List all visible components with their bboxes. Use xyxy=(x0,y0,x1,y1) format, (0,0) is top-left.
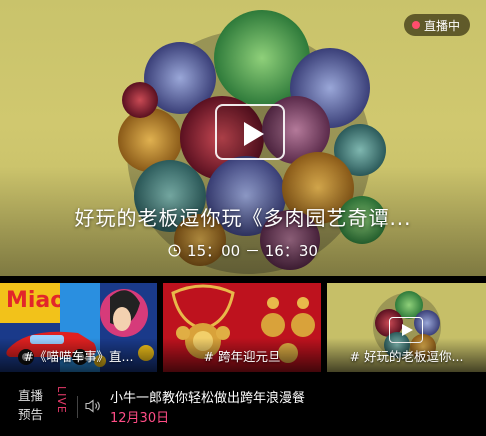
live-channel-widget: 直播中 好玩的老板逗你玩《多肉园艺奇谭... 15：00 － 16：30 Mia… xyxy=(0,0,486,436)
program-title: 好玩的老板逗你玩《多肉园艺奇谭... xyxy=(74,206,412,230)
svg-text:Miao: Miao xyxy=(6,288,65,313)
thumbnail-card-2[interactable]: # 跨年迎元旦 xyxy=(163,283,321,372)
thumbnail-label: # 好玩的老板逗你... xyxy=(349,349,464,364)
program-time: 15：00 － 16：30 xyxy=(0,240,486,261)
hero-player[interactable]: 直播中 好玩的老板逗你玩《多肉园艺奇谭... 15：00 － 16：30 xyxy=(0,0,486,276)
play-button[interactable] xyxy=(215,104,285,160)
thumbnail-label: #《喵喵车事》直... xyxy=(23,349,134,364)
live-tag: LIVE xyxy=(55,386,68,414)
live-preview-bar[interactable]: 直播预告 LIVE 小牛一郎教你轻松做出跨年浪漫餐 12月30日 xyxy=(0,376,486,436)
clock-icon xyxy=(168,244,181,257)
live-preview-label: 直播预告 xyxy=(18,388,44,422)
upcoming-program-title[interactable]: 小牛一郎教你轻松做出跨年浪漫餐 xyxy=(110,387,305,406)
divider xyxy=(77,396,78,418)
thumbnail-label: # 跨年迎元旦 xyxy=(203,349,281,364)
program-time-text: 15：00 － 16：30 xyxy=(187,242,318,260)
thumbnail-card-3[interactable]: # 好玩的老板逗你... xyxy=(327,283,486,372)
program-thumbnail-list: Miao #《喵喵车事》直... # 跨年迎元旦 # 好玩的老板逗你... xyxy=(0,283,486,372)
thumbnail-card-1[interactable]: Miao #《喵喵车事》直... xyxy=(0,283,157,372)
play-icon xyxy=(402,324,413,336)
play-icon xyxy=(244,122,264,146)
upcoming-program-date: 12月30日 xyxy=(110,411,170,426)
speaker-icon xyxy=(85,399,100,413)
live-dot-icon xyxy=(411,21,420,29)
live-status-text: 直播中 xyxy=(423,18,460,33)
live-status-badge: 直播中 xyxy=(403,14,470,36)
